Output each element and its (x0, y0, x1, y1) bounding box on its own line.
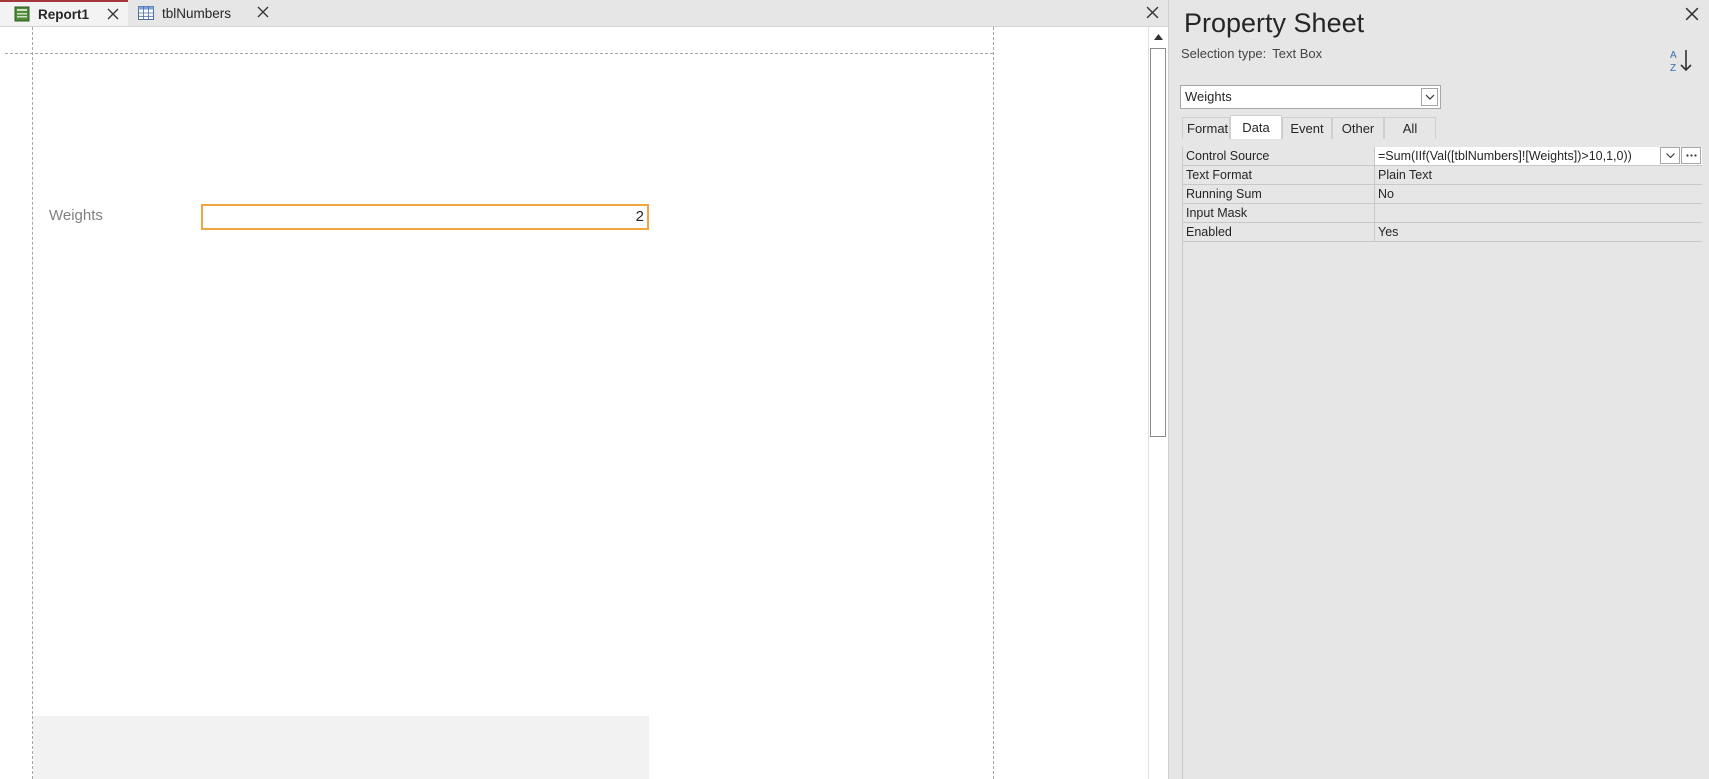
section-divider (5, 53, 993, 54)
property-value[interactable] (1375, 204, 1702, 222)
scroll-thumb[interactable] (1150, 48, 1166, 437)
tab-other[interactable]: Other (1332, 117, 1384, 139)
selection-type: Selection type: Text Box (1181, 46, 1322, 61)
tab-tblnumbers[interactable]: tblNumbers (128, 0, 280, 26)
tab-format[interactable]: Format (1182, 117, 1230, 139)
expression-builder-icon[interactable] (1681, 147, 1701, 164)
tab-label: Report1 (38, 6, 90, 22)
property-name: Enabled (1183, 223, 1375, 241)
close-document-icon[interactable] (1144, 4, 1160, 20)
tab-event[interactable]: Event (1282, 117, 1332, 139)
property-tabs: Format Data Event Other All (1182, 115, 1436, 139)
property-value[interactable]: Plain Text (1375, 166, 1702, 184)
document-tab-bar: Report1 tblNumbers (0, 0, 1168, 27)
close-icon[interactable] (256, 5, 270, 19)
vertical-scrollbar[interactable] (1148, 27, 1168, 779)
property-value[interactable]: No (1375, 185, 1702, 203)
svg-text:Z: Z (1670, 63, 1676, 74)
svg-text:A: A (1670, 50, 1677, 61)
property-grid: Control Source =Sum(IIf(Val([tblNumbers]… (1182, 147, 1702, 779)
property-value[interactable]: Yes (1375, 223, 1702, 241)
empty-section-area (33, 716, 649, 779)
property-name: Control Source (1183, 147, 1375, 165)
close-icon[interactable] (106, 7, 120, 21)
weights-textbox[interactable]: 2 (201, 204, 649, 230)
property-sheet-title: Property Sheet (1184, 8, 1365, 38)
property-row-input-mask[interactable]: Input Mask (1183, 204, 1702, 223)
property-name: Running Sum (1183, 185, 1375, 203)
property-row-control-source[interactable]: Control Source =Sum(IIf(Val([tblNumbers]… (1183, 147, 1702, 166)
property-value[interactable]: =Sum(IIf(Val([tblNumbers]![Weights])>10,… (1375, 147, 1702, 165)
property-sheet: Property Sheet Selection type: Text Box A… (1176, 0, 1709, 779)
property-row-running-sum[interactable]: Running Sum No (1183, 185, 1702, 204)
object-selector-value: Weights (1185, 89, 1232, 104)
report-design-canvas[interactable]: Weights 2 (5, 27, 1147, 779)
left-margin-guide (32, 27, 33, 779)
property-name: Input Mask (1183, 204, 1375, 222)
chevron-down-icon[interactable] (1421, 88, 1438, 106)
selection-type-label: Selection type: (1181, 46, 1267, 61)
table-icon (138, 6, 154, 20)
control-source-expression[interactable]: =Sum(IIf(Val([tblNumbers]![Weights])>10,… (1378, 149, 1632, 163)
report-icon (14, 6, 30, 22)
close-icon[interactable] (1683, 5, 1701, 23)
tab-all[interactable]: All (1384, 117, 1436, 139)
chevron-down-icon[interactable] (1660, 147, 1680, 164)
property-name: Text Format (1183, 166, 1375, 184)
object-selector-dropdown[interactable]: Weights (1180, 85, 1441, 109)
weights-label[interactable]: Weights (49, 207, 103, 224)
right-margin-guide (993, 27, 994, 779)
property-row-text-format[interactable]: Text Format Plain Text (1183, 166, 1702, 185)
tab-data[interactable]: Data (1230, 115, 1282, 139)
tab-label: tblNumbers (162, 5, 232, 21)
tab-report1[interactable]: Report1 (0, 0, 128, 26)
selection-type-value: Text Box (1272, 46, 1323, 61)
scroll-up-icon[interactable] (1149, 27, 1168, 46)
property-row-enabled[interactable]: Enabled Yes (1183, 223, 1702, 242)
sort-az-icon[interactable]: A Z (1668, 46, 1698, 76)
document-area: Report1 tblNumbers Weights 2 (0, 0, 1168, 779)
